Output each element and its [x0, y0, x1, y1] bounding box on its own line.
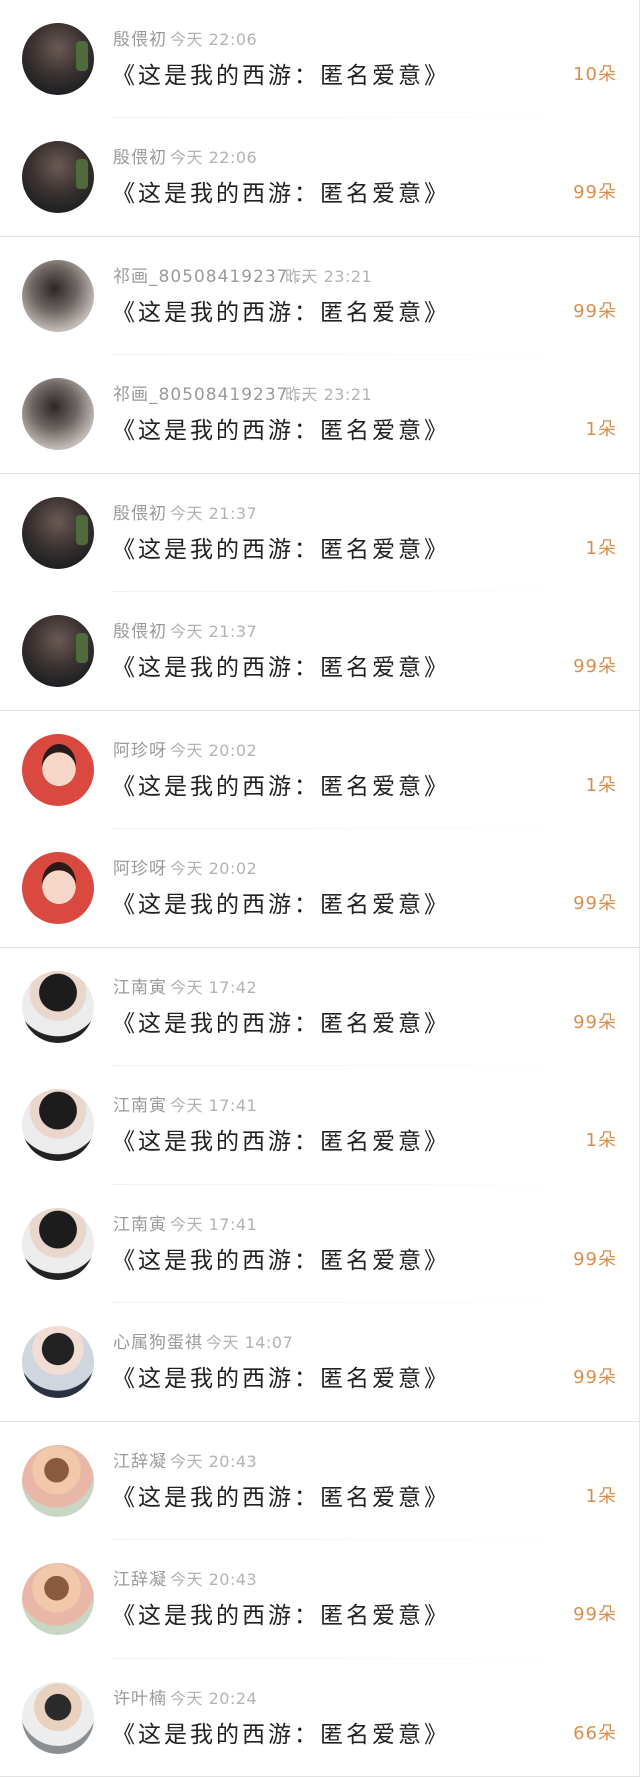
sender-name[interactable]: 许叶楠 [113, 1684, 167, 1709]
message-item[interactable]: 江南寅 今天 17:41 《这是我的西游：匿名爱意》 99朵 [0, 1184, 640, 1304]
sender-name[interactable]: 江南寅 [113, 973, 167, 998]
sender-name[interactable]: 江辞凝 [113, 1565, 167, 1590]
message-item[interactable]: 祁画_80508419237... 昨天 23:21 《这是我的西游：匿名爱意》 1朵 [0, 355, 640, 474]
sender-name[interactable]: 殷偎初 [113, 25, 167, 50]
flower-count: 99朵 [573, 656, 617, 678]
message-title: 《这是我的西游：匿名爱意》 [112, 1129, 450, 1156]
flower-count: 1朵 [585, 1485, 617, 1507]
flower-count: 1朵 [585, 537, 617, 559]
message-item[interactable]: 殷偎初 今天 21:37 《这是我的西游：匿名爱意》 99朵 [0, 592, 640, 711]
flower-count: 1朵 [585, 419, 617, 441]
sender-name[interactable]: 江南寅 [113, 1210, 167, 1235]
avatar[interactable] [22, 141, 94, 214]
timestamp: 今天 22:06 [170, 148, 258, 168]
avatar[interactable] [22, 1563, 94, 1636]
avatar[interactable] [22, 1207, 94, 1280]
sender-name[interactable]: 殷偎初 [113, 617, 167, 642]
flower-count: 99朵 [573, 300, 617, 322]
timestamp: 今天 17:42 [170, 977, 258, 997]
avatar[interactable] [22, 378, 94, 451]
avatar[interactable] [22, 259, 94, 332]
message-title: 《这是我的西游：匿名爱意》 [112, 1247, 450, 1274]
timestamp: 今天 20:43 [170, 1570, 258, 1590]
sender-name[interactable]: 祁画_80508419237... [113, 380, 308, 405]
timestamp: 今天 14:07 [206, 1333, 294, 1353]
message-item[interactable]: 许叶楠 今天 20:24 《这是我的西游：匿名爱意》 66朵 [0, 1658, 640, 1777]
timestamp: 今天 20:43 [170, 1451, 258, 1471]
message-item[interactable]: 殷偎初 今天 21:37 《这是我的西游：匿名爱意》 1朵 [0, 473, 640, 593]
avatar[interactable] [22, 1681, 94, 1754]
sender-name[interactable]: 江南寅 [113, 1091, 167, 1116]
message-title: 《这是我的西游：匿名爱意》 [112, 536, 450, 563]
message-title: 《这是我的西游：匿名爱意》 [112, 655, 450, 682]
message-title: 《这是我的西游：匿名爱意》 [112, 1721, 450, 1748]
message-title: 《这是我的西游：匿名爱意》 [112, 892, 450, 919]
avatar[interactable] [22, 852, 94, 925]
timestamp: 今天 17:41 [170, 1214, 258, 1234]
sender-name[interactable]: 阿珍呀 [113, 736, 167, 761]
message-title: 《这是我的西游：匿名爱意》 [112, 1010, 450, 1037]
message-item[interactable]: 阿珍呀 今天 20:02 《这是我的西游：匿名爱意》 1朵 [0, 710, 640, 830]
message-item[interactable]: 江南寅 今天 17:41 《这是我的西游：匿名爱意》 1朵 [0, 1066, 640, 1185]
avatar[interactable] [22, 615, 94, 688]
timestamp: 今天 21:37 [170, 622, 258, 642]
sender-name[interactable]: 阿珍呀 [113, 854, 167, 879]
message-item[interactable]: 心属狗蛋祺 今天 14:07 《这是我的西游：匿名爱意》 99朵 [0, 1303, 640, 1422]
avatar[interactable] [22, 1444, 94, 1517]
flower-count: 99朵 [573, 1367, 617, 1389]
sender-name[interactable]: 江辞凝 [113, 1447, 167, 1472]
timestamp: 今天 21:37 [170, 503, 258, 523]
timestamp: 今天 22:06 [170, 30, 258, 49]
timestamp: 今天 20:02 [170, 859, 258, 879]
flower-count: 66朵 [573, 1722, 617, 1744]
message-title: 《这是我的西游：匿名爱意》 [112, 773, 450, 800]
flower-count: 1朵 [585, 774, 617, 796]
sender-name[interactable]: 殷偎初 [113, 143, 167, 168]
flower-count: 99朵 [573, 1604, 617, 1626]
message-title: 《这是我的西游：匿名爱意》 [112, 63, 450, 89]
avatar[interactable] [22, 733, 94, 806]
flower-count: 10朵 [573, 64, 617, 85]
avatar[interactable] [22, 496, 94, 569]
message-item[interactable]: 江辞凝 今天 20:43 《这是我的西游：匿名爱意》 1朵 [0, 1421, 640, 1541]
timestamp: 今天 20:24 [170, 1688, 258, 1708]
sender-name[interactable]: 祁画_80508419237... [113, 262, 308, 287]
sender-name[interactable]: 殷偎初 [113, 499, 167, 524]
gift-message-list: 殷偎初 今天 22:06 《这是我的西游：匿名爱意》 10朵 殷偎初 今天 22:06 《这… [0, 0, 640, 1777]
timestamp: 今天 20:02 [170, 740, 258, 760]
message-title: 《这是我的西游：匿名爱意》 [112, 1366, 450, 1393]
message-title: 《这是我的西游：匿名爱意》 [112, 299, 450, 326]
flower-count: 99朵 [573, 893, 617, 915]
message-item[interactable]: 江南寅 今天 17:42 《这是我的西游：匿名爱意》 99朵 [0, 947, 640, 1067]
avatar[interactable] [22, 970, 94, 1043]
flower-count: 1朵 [585, 1130, 617, 1152]
message-item[interactable]: 祁画_80508419237... 昨天 23:21 《这是我的西游：匿名爱意》 99… [0, 236, 640, 356]
avatar[interactable] [22, 1089, 94, 1162]
message-title: 《这是我的西游：匿名爱意》 [112, 418, 450, 445]
timestamp: 昨天 23:21 [285, 385, 373, 405]
flower-count: 99朵 [573, 1011, 617, 1033]
timestamp: 今天 17:41 [170, 1096, 258, 1116]
message-item[interactable]: 殷偎初 今天 22:06 《这是我的西游：匿名爱意》 99朵 [0, 118, 640, 237]
sender-name[interactable]: 心属狗蛋祺 [113, 1328, 203, 1353]
message-item[interactable]: 阿珍呀 今天 20:02 《这是我的西游：匿名爱意》 99朵 [0, 829, 640, 948]
avatar[interactable] [22, 1326, 94, 1399]
flower-count: 99朵 [573, 1248, 617, 1270]
message-title: 《这是我的西游：匿名爱意》 [112, 1603, 450, 1630]
timestamp: 昨天 23:21 [285, 266, 373, 286]
message-title: 《这是我的西游：匿名爱意》 [112, 1484, 450, 1511]
message-item[interactable]: 殷偎初 今天 22:06 《这是我的西游：匿名爱意》 10朵 [0, 0, 640, 119]
flower-count: 99朵 [573, 182, 617, 204]
avatar[interactable] [22, 23, 94, 95]
message-title: 《这是我的西游：匿名爱意》 [112, 181, 450, 208]
message-item[interactable]: 江辞凝 今天 20:43 《这是我的西游：匿名爱意》 99朵 [0, 1540, 640, 1659]
